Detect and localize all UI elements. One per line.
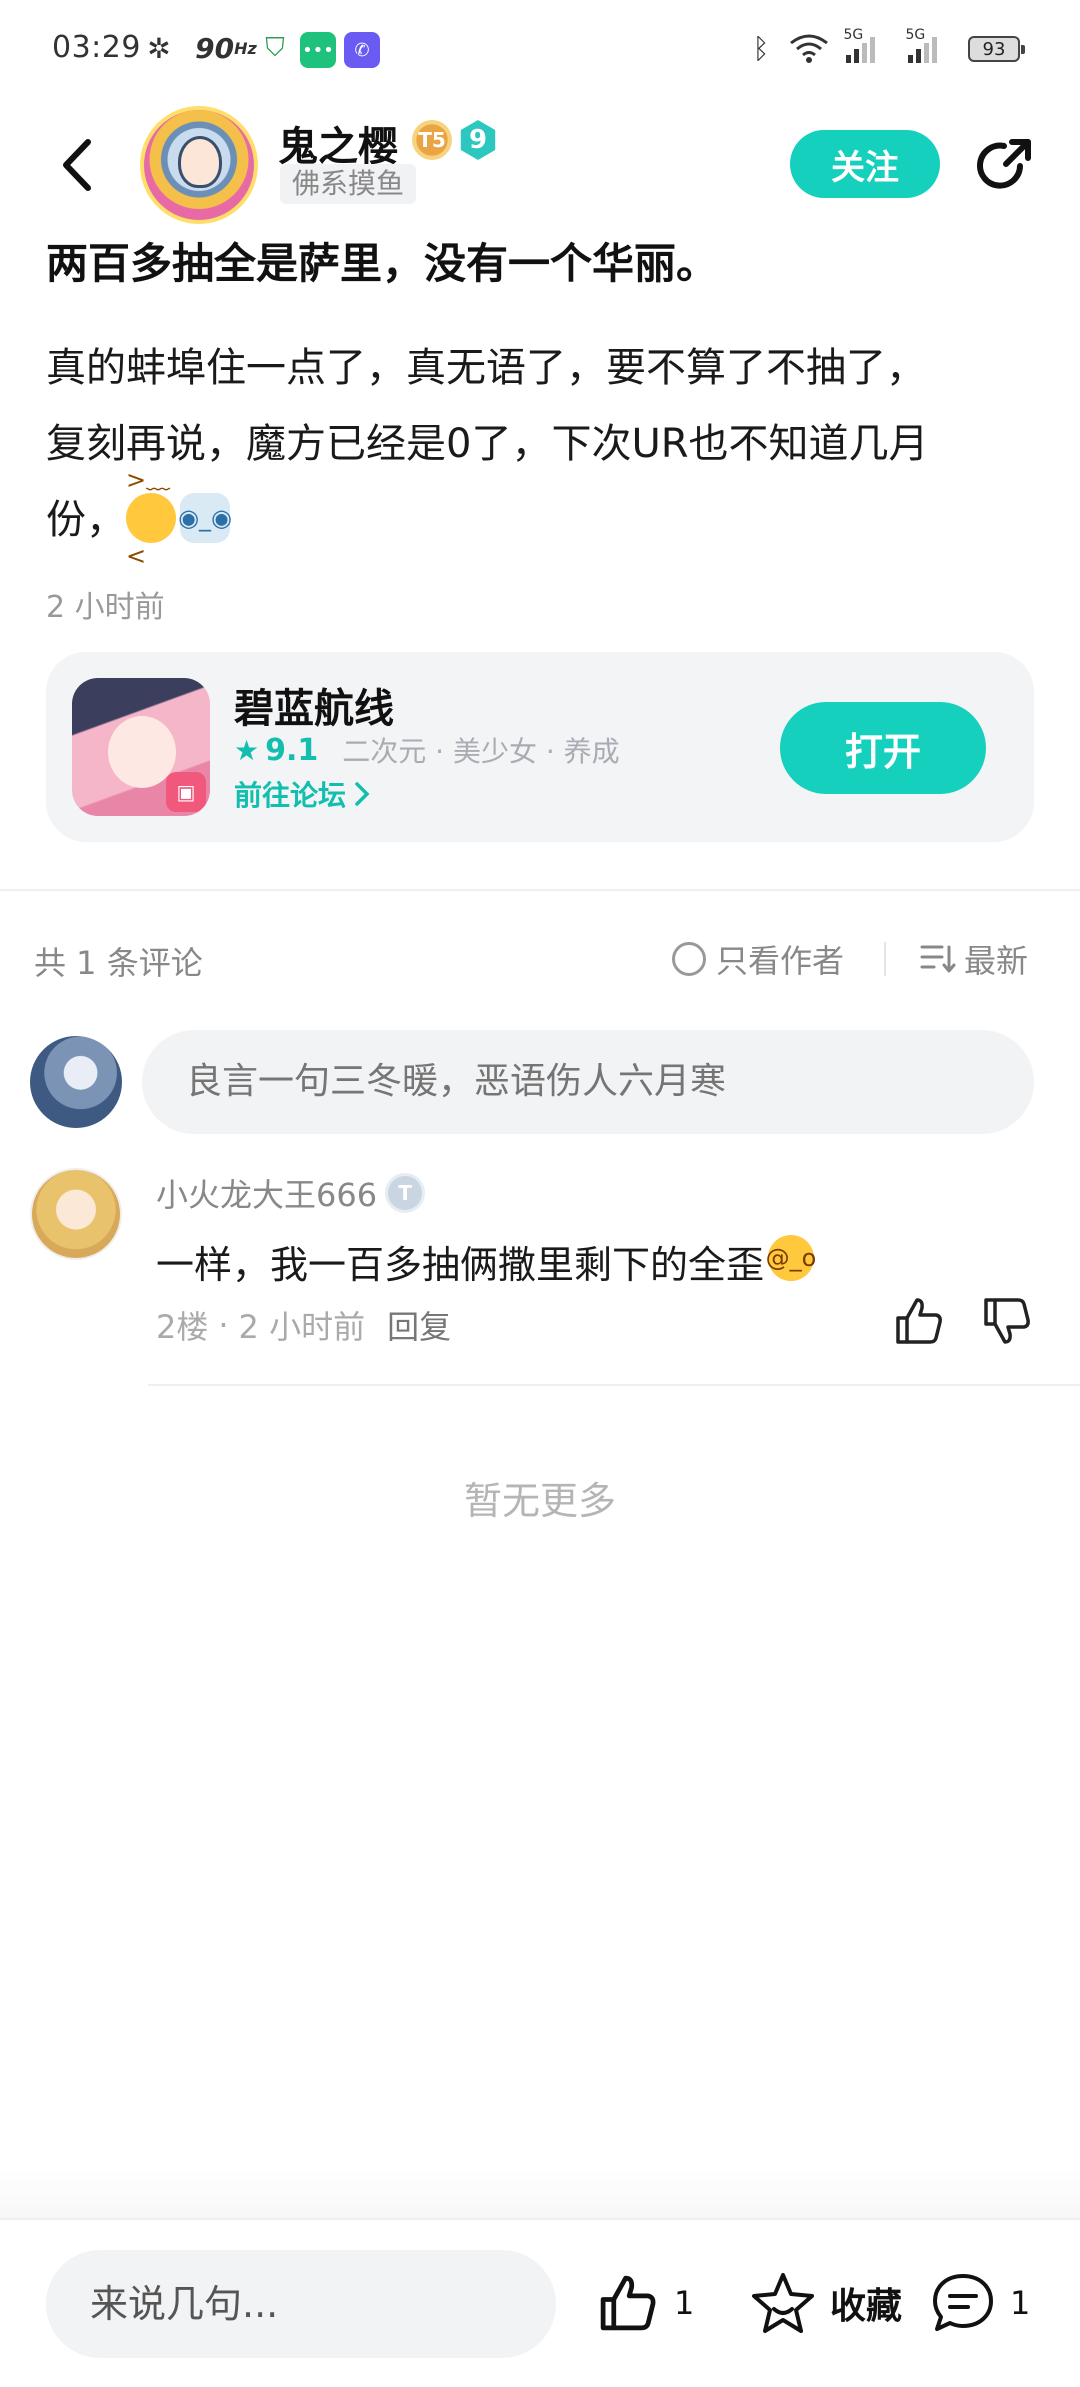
game-app-icon[interactable]: ▣ bbox=[72, 678, 210, 816]
section-divider bbox=[0, 889, 1080, 891]
battery-indicator: 93 bbox=[968, 36, 1025, 62]
forum-link[interactable]: 前往论坛 bbox=[234, 774, 370, 814]
refresh-rate-value: 90 bbox=[195, 31, 235, 65]
game-tags: 二次元 · 美少女 · 养成 bbox=[342, 735, 620, 768]
comment-input[interactable] bbox=[142, 1030, 1034, 1134]
comment-count: 共 1 条评论 bbox=[34, 944, 203, 982]
post-body-line-with-emoji: 份，>﹏<◉_◉ bbox=[46, 466, 1046, 570]
post-body-line: 份， bbox=[46, 497, 126, 543]
my-avatar bbox=[30, 1036, 122, 1128]
bottom-fade bbox=[0, 2170, 1080, 2220]
tired-face-emoji-icon: >﹏< bbox=[126, 466, 176, 570]
post-body: 真的蚌埠住一点了，真无语了，要不算了不抽了， 复刻再说，魔方已经是0了，下次UR… bbox=[46, 330, 1046, 570]
commenter-name: 小火龙大王666 bbox=[156, 1176, 378, 1214]
refresh-rate-unit: Hz bbox=[234, 38, 257, 58]
game-card[interactable]: ▣ 碧蓝航线 ★ 9.1 二次元 · 美少女 · 养成 前往论坛 打开 bbox=[46, 652, 1034, 842]
comment-text: 一样，我一百多抽俩撒里剩下的全歪 @_o bbox=[156, 1234, 818, 1289]
post-body-line: 真的蚌埠住一点了，真无语了，要不算了不抽了， bbox=[46, 345, 926, 391]
open-game-button[interactable]: 打开 bbox=[780, 702, 986, 794]
author-only-toggle[interactable]: 只看作者 bbox=[672, 936, 844, 982]
status-bar: 03:29 ✲ 90 Hz ⛉ ••• ✆ ᛒ 5G 5G 93 bbox=[0, 0, 1080, 100]
post-time: 2 小时前 bbox=[46, 590, 165, 625]
wifi-icon bbox=[786, 28, 832, 68]
sort-divider bbox=[884, 942, 886, 976]
comment-button[interactable]: 1 bbox=[930, 2258, 1030, 2348]
follow-button[interactable]: 关注 bbox=[790, 130, 940, 198]
comment-user[interactable]: 小火龙大王666 T bbox=[156, 1170, 426, 1216]
sort-label: 最新 bbox=[964, 942, 1029, 980]
thumbs-down-icon bbox=[984, 1298, 1030, 1344]
comment-like-button[interactable] bbox=[892, 1294, 946, 1348]
comment-time: 2 小时前 bbox=[238, 1308, 366, 1346]
author-only-label: 只看作者 bbox=[716, 942, 845, 980]
favorite-label: 收藏 bbox=[830, 2286, 903, 2327]
comment-body: 一样，我一百多抽俩撒里剩下的全歪 bbox=[156, 1243, 765, 1287]
radio-circle-icon bbox=[672, 942, 706, 976]
game-rating: 9.1 bbox=[265, 732, 319, 768]
share-icon bbox=[977, 139, 1031, 189]
forum-link-label: 前往论坛 bbox=[234, 779, 347, 812]
frightened-face-emoji-icon: ◉_◉ bbox=[178, 493, 232, 543]
fan-level-badge: 9 bbox=[460, 120, 496, 160]
reply-button[interactable]: 回复 bbox=[387, 1302, 451, 1348]
favorite-button[interactable]: 收藏 bbox=[750, 2258, 902, 2348]
user-level-badge-icon: T bbox=[385, 1173, 426, 1213]
share-button[interactable] bbox=[972, 134, 1036, 198]
commenter-avatar[interactable] bbox=[30, 1168, 122, 1260]
post-title: 两百多抽全是萨里，没有一个华丽。 bbox=[46, 239, 719, 288]
shield-icon: ⛉ bbox=[265, 32, 285, 63]
tv-icon: ▣ bbox=[166, 772, 206, 812]
network-type-1: 5G bbox=[843, 27, 864, 43]
game-meta: ★ 9.1 二次元 · 美少女 · 养成 bbox=[234, 730, 620, 770]
like-post-button[interactable]: 1 bbox=[596, 2258, 694, 2348]
chevron-left-icon bbox=[63, 139, 91, 191]
star-icon: ★ bbox=[234, 733, 260, 767]
post-body-line: 复刻再说，魔方已经是0了，下次UR也不知道几月 bbox=[46, 421, 929, 467]
bluetooth-icon: ᛒ bbox=[752, 31, 770, 65]
comment-count-bottom: 1 bbox=[1010, 2284, 1031, 2322]
say-something-input[interactable]: 来说几句... bbox=[46, 2250, 556, 2358]
status-time: 03:29 bbox=[52, 30, 141, 65]
like-count: 1 bbox=[674, 2284, 695, 2322]
sort-icon bbox=[920, 945, 956, 973]
network-type-2: 5G bbox=[905, 27, 926, 43]
star-icon bbox=[752, 2273, 814, 2333]
no-more-text: 暂无更多 bbox=[463, 1479, 616, 1523]
comment-dislike-button[interactable] bbox=[980, 1294, 1034, 1348]
message-app-icon: ••• bbox=[300, 32, 336, 68]
chevron-right-icon bbox=[355, 782, 370, 806]
thumbs-up-icon bbox=[896, 1298, 942, 1344]
post-header: 鬼之樱 T5 9 佛系摸鱼 关注 bbox=[0, 100, 1080, 230]
call-app-icon: ✆ bbox=[344, 32, 380, 68]
dot-separator: · bbox=[218, 1306, 229, 1344]
game-name[interactable]: 碧蓝航线 bbox=[234, 676, 394, 734]
comment-divider bbox=[148, 1384, 1080, 1386]
signal-icon-2: 5G bbox=[898, 27, 946, 68]
bottom-action-bar: 来说几句... 1 收藏 1 bbox=[0, 2218, 1080, 2387]
author-avatar[interactable] bbox=[140, 106, 258, 224]
user-level-badge: T5 bbox=[412, 120, 452, 160]
signal-icon-1: 5G bbox=[836, 27, 884, 68]
comment-meta: 2楼 · 2 小时前 回复 bbox=[156, 1302, 451, 1348]
sort-button[interactable]: 最新 bbox=[920, 936, 1028, 982]
thumbs-up-icon bbox=[600, 2275, 656, 2331]
fan-icon: ✲ bbox=[147, 31, 171, 65]
author-tag: 佛系摸鱼 bbox=[280, 164, 417, 204]
comment-bubble-icon bbox=[933, 2274, 993, 2331]
back-button[interactable] bbox=[46, 130, 106, 200]
refresh-rate-indicator: 90 Hz bbox=[186, 28, 266, 68]
silly-face-emoji-icon: @_o bbox=[766, 1234, 816, 1281]
comment-floor: 2楼 bbox=[156, 1308, 209, 1346]
